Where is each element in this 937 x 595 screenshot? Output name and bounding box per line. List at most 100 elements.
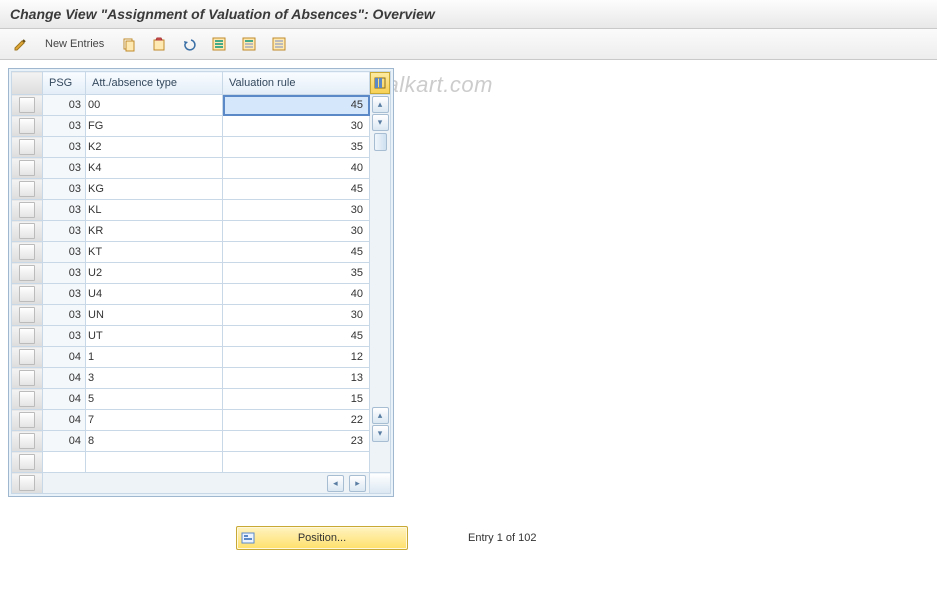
cell-valuation-rule[interactable] bbox=[223, 452, 370, 473]
cell-absence-type[interactable]: 1 bbox=[86, 347, 223, 368]
row-selector[interactable] bbox=[12, 200, 43, 221]
cell-psg[interactable]: 03 bbox=[43, 137, 86, 158]
col-header-psg[interactable]: PSG bbox=[43, 72, 86, 95]
cell-psg[interactable]: 04 bbox=[43, 368, 86, 389]
cell-valuation-rule[interactable]: 45 bbox=[223, 95, 370, 116]
cell-absence-type[interactable]: 7 bbox=[86, 410, 223, 431]
cell-absence-type[interactable]: K4 bbox=[86, 158, 223, 179]
row-selector[interactable] bbox=[12, 326, 43, 347]
col-header-rule[interactable]: Valuation rule bbox=[223, 72, 370, 95]
row-selector[interactable] bbox=[12, 179, 43, 200]
row-selector[interactable] bbox=[12, 305, 43, 326]
scroll-down-icon[interactable]: ▾ bbox=[372, 425, 389, 442]
row-selector[interactable] bbox=[12, 368, 43, 389]
cell-valuation-rule[interactable]: 35 bbox=[223, 137, 370, 158]
scroll-left-icon[interactable]: ◂ bbox=[327, 475, 344, 492]
undo-change-icon[interactable] bbox=[177, 33, 201, 55]
cell-absence-type[interactable]: KL bbox=[86, 200, 223, 221]
cell-psg[interactable]: 04 bbox=[43, 347, 86, 368]
cell-psg[interactable]: 03 bbox=[43, 263, 86, 284]
copy-as-icon[interactable] bbox=[117, 33, 141, 55]
cell-absence-type[interactable]: KT bbox=[86, 242, 223, 263]
row-selector[interactable] bbox=[12, 389, 43, 410]
cell-valuation-rule[interactable]: 13 bbox=[223, 368, 370, 389]
scrollbar-thumb[interactable] bbox=[374, 133, 387, 151]
cell-valuation-rule[interactable]: 30 bbox=[223, 221, 370, 242]
row-selector[interactable] bbox=[12, 137, 43, 158]
cell-psg[interactable]: 03 bbox=[43, 158, 86, 179]
cell-psg[interactable]: 03 bbox=[43, 242, 86, 263]
row-selector[interactable] bbox=[12, 347, 43, 368]
row-selector[interactable] bbox=[12, 284, 43, 305]
scroll-up-icon[interactable]: ▴ bbox=[372, 96, 389, 113]
table-row: 030045▴▾▴▾ bbox=[12, 95, 391, 116]
cell-absence-type[interactable]: U4 bbox=[86, 284, 223, 305]
vertical-scrollbar[interactable]: ▴▾▴▾ bbox=[370, 95, 391, 473]
cell-absence-type[interactable]: 3 bbox=[86, 368, 223, 389]
row-selector[interactable] bbox=[12, 452, 43, 473]
row-selector[interactable] bbox=[12, 263, 43, 284]
horizontal-scrollbar[interactable]: ◂ ▸ bbox=[43, 473, 370, 494]
cell-absence-type[interactable]: UT bbox=[86, 326, 223, 347]
cell-valuation-rule[interactable]: 12 bbox=[223, 347, 370, 368]
row-selector[interactable] bbox=[12, 95, 43, 116]
cell-valuation-rule[interactable]: 30 bbox=[223, 116, 370, 137]
scroll-down-icon[interactable]: ▾ bbox=[372, 114, 389, 131]
cell-psg[interactable]: 03 bbox=[43, 116, 86, 137]
cell-absence-type[interactable]: FG bbox=[86, 116, 223, 137]
cell-absence-type[interactable]: KG bbox=[86, 179, 223, 200]
cell-psg[interactable]: 03 bbox=[43, 95, 86, 116]
cell-psg[interactable] bbox=[43, 452, 86, 473]
cell-valuation-rule[interactable]: 30 bbox=[223, 305, 370, 326]
select-all-icon[interactable] bbox=[207, 33, 231, 55]
configure-columns-icon[interactable] bbox=[370, 72, 390, 94]
table-row: 03KG45 bbox=[12, 179, 391, 200]
cell-absence-type[interactable]: U2 bbox=[86, 263, 223, 284]
cell-psg[interactable]: 03 bbox=[43, 221, 86, 242]
position-button[interactable]: Position... bbox=[236, 526, 408, 550]
deselect-all-icon[interactable] bbox=[267, 33, 291, 55]
cell-valuation-rule[interactable]: 15 bbox=[223, 389, 370, 410]
cell-valuation-rule[interactable]: 45 bbox=[223, 179, 370, 200]
cell-psg[interactable]: 03 bbox=[43, 284, 86, 305]
cell-psg[interactable]: 04 bbox=[43, 389, 86, 410]
cell-psg[interactable]: 04 bbox=[43, 431, 86, 452]
delete-icon[interactable] bbox=[147, 33, 171, 55]
table-row: 03U440 bbox=[12, 284, 391, 305]
row-selector[interactable] bbox=[12, 410, 43, 431]
cell-valuation-rule[interactable]: 40 bbox=[223, 158, 370, 179]
cell-valuation-rule[interactable]: 23 bbox=[223, 431, 370, 452]
cell-absence-type[interactable]: 5 bbox=[86, 389, 223, 410]
select-block-icon[interactable] bbox=[237, 33, 261, 55]
row-selector[interactable] bbox=[12, 473, 43, 494]
col-header-type[interactable]: Att./absence type bbox=[86, 72, 223, 95]
scroll-up-icon[interactable]: ▴ bbox=[372, 407, 389, 424]
cell-psg[interactable]: 03 bbox=[43, 200, 86, 221]
cell-psg[interactable]: 04 bbox=[43, 410, 86, 431]
cell-valuation-rule[interactable]: 45 bbox=[223, 326, 370, 347]
table-row bbox=[12, 452, 391, 473]
cell-valuation-rule[interactable]: 40 bbox=[223, 284, 370, 305]
cell-absence-type[interactable] bbox=[86, 452, 223, 473]
cell-psg[interactable]: 03 bbox=[43, 326, 86, 347]
row-selector[interactable] bbox=[12, 158, 43, 179]
new-entries-button[interactable]: New Entries bbox=[38, 35, 111, 53]
cell-valuation-rule[interactable]: 45 bbox=[223, 242, 370, 263]
cell-valuation-rule[interactable]: 30 bbox=[223, 200, 370, 221]
cell-absence-type[interactable]: KR bbox=[86, 221, 223, 242]
row-selector[interactable] bbox=[12, 431, 43, 452]
cell-absence-type[interactable]: UN bbox=[86, 305, 223, 326]
table-row: 03FG30 bbox=[12, 116, 391, 137]
cell-absence-type[interactable]: 8 bbox=[86, 431, 223, 452]
row-selector[interactable] bbox=[12, 116, 43, 137]
cell-absence-type[interactable]: K2 bbox=[86, 137, 223, 158]
cell-psg[interactable]: 03 bbox=[43, 305, 86, 326]
cell-psg[interactable]: 03 bbox=[43, 179, 86, 200]
cell-valuation-rule[interactable]: 22 bbox=[223, 410, 370, 431]
scroll-right-icon[interactable]: ▸ bbox=[349, 475, 366, 492]
toggle-display-change-icon[interactable] bbox=[8, 33, 32, 55]
cell-valuation-rule[interactable]: 35 bbox=[223, 263, 370, 284]
row-selector[interactable] bbox=[12, 242, 43, 263]
row-selector[interactable] bbox=[12, 221, 43, 242]
cell-absence-type[interactable]: 00 bbox=[86, 95, 223, 116]
